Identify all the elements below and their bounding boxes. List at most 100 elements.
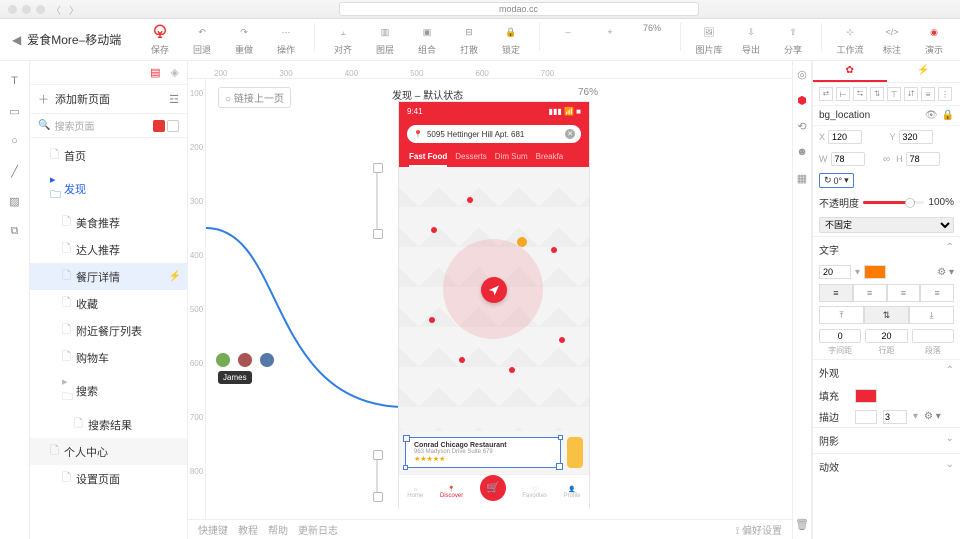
- text-align-center[interactable]: ≡: [853, 284, 887, 302]
- preview-button[interactable]: ◉演示: [920, 23, 948, 56]
- chevron-up-icon[interactable]: ⌃: [946, 365, 954, 380]
- align-center-h-icon[interactable]: ⊢: [836, 87, 850, 101]
- valign-bottom[interactable]: ⤓: [909, 306, 954, 324]
- tree-item[interactable]: 🗋个人中心: [30, 438, 187, 465]
- fill-color-swatch[interactable]: [855, 389, 877, 403]
- footer-tutorial[interactable]: 教程: [238, 522, 258, 537]
- nav-discover[interactable]: 📍Discover: [440, 486, 463, 499]
- link-wh-icon[interactable]: ∞: [883, 154, 890, 165]
- x-input[interactable]: [828, 130, 862, 144]
- align-bottom-icon[interactable]: ⮃: [904, 87, 918, 101]
- line-tool-icon[interactable]: ╱: [7, 163, 23, 179]
- zoom-value[interactable]: 76%: [638, 23, 666, 56]
- footer-help[interactable]: 帮助: [268, 522, 288, 537]
- align-button[interactable]: ⫠对齐: [329, 23, 357, 56]
- url-bar[interactable]: modao.cc: [339, 2, 699, 16]
- redo-button[interactable]: ↷重做: [230, 23, 258, 56]
- search-field[interactable]: 📍 5095 Hettinger Hill Apt. 681 ✕: [407, 125, 581, 143]
- component-tool-icon[interactable]: ⧉: [7, 223, 23, 239]
- group-button[interactable]: ▣组合: [413, 23, 441, 56]
- device-frame[interactable]: 9:41 ▮▮▮ 📶 ■ 📍 5095 Hettinger Hill Apt. …: [398, 101, 590, 509]
- link-previous-chip[interactable]: ○ 链接上一页: [218, 87, 291, 108]
- valign-top[interactable]: ⤒: [819, 306, 864, 324]
- text-settings-icon[interactable]: ⚙ ▾: [937, 267, 954, 278]
- undo-button[interactable]: ↶回退: [188, 23, 216, 56]
- circle-tool-icon[interactable]: ○: [7, 133, 23, 149]
- share-button[interactable]: ⇧分享: [779, 23, 807, 56]
- restaurant-card-selected[interactable]: Conrad Chicago Restaurant 963 Madyson Dr…: [405, 437, 561, 468]
- element-name[interactable]: bg_location: [819, 110, 921, 121]
- text-align-right[interactable]: ≡: [887, 284, 921, 302]
- tree-item[interactable]: 🗋设置页面: [30, 465, 187, 492]
- stroke-width-input[interactable]: [883, 410, 907, 424]
- visibility-icon[interactable]: 👁: [925, 110, 938, 121]
- stroke-style-icon[interactable]: ⚙ ▾: [924, 411, 941, 422]
- scroll-marker-top[interactable]: [376, 167, 378, 235]
- align-left-icon[interactable]: ⮂: [819, 87, 833, 101]
- nav-profile[interactable]: 👤Profile: [564, 486, 581, 499]
- footer-preferences[interactable]: ⟟ 偏好设置: [736, 522, 783, 537]
- avatar[interactable]: [214, 351, 232, 369]
- text-align-justify[interactable]: ≡: [920, 284, 954, 302]
- restaurant-card-peek[interactable]: [567, 437, 583, 468]
- tree-item[interactable]: 🗋收藏: [30, 290, 187, 317]
- add-page-label[interactable]: 添加新页面: [55, 91, 163, 107]
- layers-button[interactable]: ▥图层: [371, 23, 399, 56]
- settings-icon[interactable]: ☲: [169, 93, 179, 106]
- annotate-button[interactable]: </>标注: [878, 23, 906, 56]
- grid-icon[interactable]: ▦: [795, 171, 809, 185]
- nav-back-icon[interactable]: 〈: [51, 2, 61, 17]
- nav-favorites[interactable]: ♡Favorites: [522, 486, 547, 499]
- rotation-input[interactable]: ↻ 0° ▾: [819, 173, 854, 188]
- inspector-tab-props[interactable]: ✿: [813, 61, 887, 82]
- tab-desserts[interactable]: Desserts: [455, 152, 487, 167]
- pin-select[interactable]: 不固定: [819, 217, 954, 233]
- tree-item[interactable]: 🗋美食推荐: [30, 209, 187, 236]
- add-page-icon[interactable]: ＋: [38, 91, 49, 107]
- tree-item[interactable]: 🗋餐厅详情: [30, 263, 187, 290]
- line-height-input[interactable]: [865, 329, 907, 343]
- stroke-color-swatch[interactable]: [855, 410, 877, 424]
- text-color-swatch[interactable]: [864, 265, 886, 279]
- view-grid-icon[interactable]: [167, 120, 179, 132]
- nav-fwd-icon[interactable]: 〉: [69, 2, 79, 17]
- lock-button[interactable]: 🔒锁定: [497, 23, 525, 56]
- scroll-marker-bottom[interactable]: [376, 454, 378, 498]
- layers-tab-icon[interactable]: ◈: [171, 66, 179, 79]
- letter-spacing-input[interactable]: [819, 329, 861, 343]
- text-align-left[interactable]: ≡: [819, 284, 853, 302]
- tree-item[interactable]: 🗋附近餐厅列表: [30, 317, 187, 344]
- pages-tab-icon[interactable]: ▤: [150, 66, 160, 79]
- distribute-v-icon[interactable]: ⋮: [938, 87, 952, 101]
- save-button[interactable]: 保存: [146, 23, 174, 56]
- zoom-out-button[interactable]: –: [554, 23, 582, 56]
- cube-icon[interactable]: ⬢: [795, 93, 809, 107]
- align-center-v-icon[interactable]: ⊤: [887, 87, 901, 101]
- avatar[interactable]: [236, 351, 254, 369]
- target-icon[interactable]: ◎: [795, 67, 809, 81]
- distribute-h-icon[interactable]: ≡: [921, 87, 935, 101]
- chevron-down-icon[interactable]: ⌄: [946, 433, 954, 448]
- view-list-icon[interactable]: [153, 120, 165, 132]
- clear-icon[interactable]: ✕: [565, 129, 575, 139]
- paragraph-spacing-input[interactable]: [912, 329, 954, 343]
- tree-item[interactable]: ▸ 🗀发现: [30, 169, 187, 209]
- canvas-body[interactable]: ○ 链接上一页 发现 – 默认状态 76% James 9:41 ▮▮▮ 📶 ■…: [206, 79, 792, 519]
- footer-shortcuts[interactable]: 快捷键: [198, 522, 228, 537]
- valign-middle[interactable]: ⇅: [864, 306, 909, 324]
- ops-button[interactable]: ⋯操作: [272, 23, 300, 56]
- align-top-icon[interactable]: ⮁: [870, 87, 884, 101]
- align-right-icon[interactable]: ⮀: [853, 87, 867, 101]
- y-input[interactable]: [899, 130, 933, 144]
- workflow-button[interactable]: ⊹工作流: [836, 23, 864, 56]
- refresh-icon[interactable]: ⟲: [795, 119, 809, 133]
- zoom-in-button[interactable]: +: [596, 23, 624, 56]
- tab-fastfood[interactable]: Fast Food: [409, 152, 447, 167]
- lock-icon[interactable]: 🔒: [942, 110, 954, 121]
- footer-changelog[interactable]: 更新日志: [298, 522, 338, 537]
- chevron-down-icon[interactable]: ⌄: [946, 459, 954, 474]
- text-tool-icon[interactable]: T: [7, 73, 23, 89]
- back-icon[interactable]: ◀: [12, 33, 21, 47]
- tree-item[interactable]: 🗋首页: [30, 142, 187, 169]
- chevron-up-icon[interactable]: ⌃: [946, 242, 954, 257]
